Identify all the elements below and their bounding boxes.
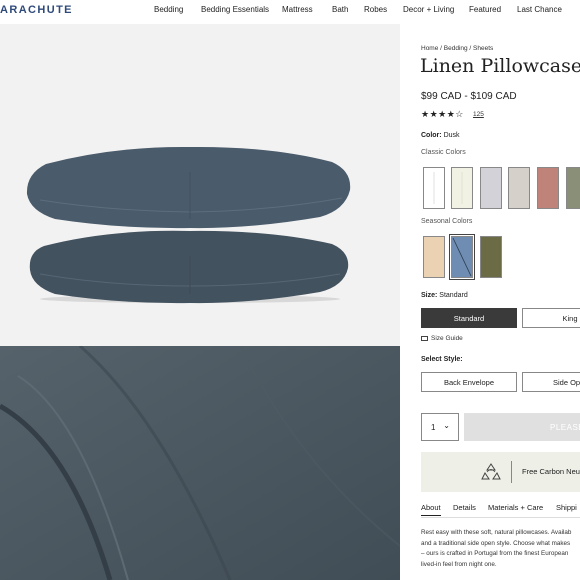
size-option-king[interactable]: King <box>522 308 580 328</box>
swatch-seam <box>433 172 435 204</box>
product-details-panel: Home / Bedding / Sheets Linen Pillowcase… <box>400 24 580 580</box>
tab-about[interactable]: About <box>421 503 441 516</box>
swatch-fog[interactable] <box>480 167 502 209</box>
color-label: Color: Dusk <box>421 132 460 139</box>
about-line: and a traditional side open style. Choos… <box>421 539 571 547</box>
nav-item-bedding[interactable]: Bedding <box>154 5 183 14</box>
nav-item-featured[interactable]: Featured <box>469 5 501 14</box>
nav-item-robes[interactable]: Robes <box>364 5 387 14</box>
selected-color: Dusk <box>443 132 460 139</box>
review-count-link[interactable]: 125 <box>473 111 484 118</box>
star-rating[interactable]: ★★★★☆ <box>421 109 464 120</box>
swatch-stone[interactable] <box>508 167 530 209</box>
add-to-cart-button[interactable]: PLEASE <box>464 413 580 441</box>
nav-item-decor-living[interactable]: Decor + Living <box>403 5 454 14</box>
chevron-down-icon: ⌄ <box>443 421 450 430</box>
carbon-text: Free Carbon Neu <box>522 467 580 476</box>
size-label: Size: Standard <box>421 292 468 299</box>
swatch-rose[interactable] <box>537 167 559 209</box>
nav-item-bath[interactable]: Bath <box>332 5 348 14</box>
ruler-icon <box>421 335 428 341</box>
tab-shipping[interactable]: Shippi <box>556 503 577 512</box>
seasonal-colors-label: Seasonal Colors <box>421 218 473 225</box>
size-label-title: Size: <box>421 292 438 299</box>
carbon-divider <box>511 461 512 483</box>
product-photo-linen-closeup[interactable] <box>0 346 400 580</box>
product-photo-pillows[interactable] <box>0 24 400 346</box>
size-guide-link[interactable]: Size Guide <box>421 335 463 342</box>
about-line: Rest easy with these soft, natural pillo… <box>421 529 572 536</box>
product-gallery <box>0 24 400 580</box>
carbon-neutral-banner: Free Carbon Neu <box>421 452 580 492</box>
about-description: Rest easy with these soft, natural pillo… <box>421 528 580 570</box>
swatch-selected-mark <box>452 237 472 277</box>
size-option-standard[interactable]: Standard <box>421 308 517 328</box>
quantity-value: 1 <box>431 422 436 432</box>
about-line: – ours is crafted in Portugal from the f… <box>421 550 569 558</box>
breadcrumb-home[interactable]: Home <box>421 45 438 52</box>
nav-item-last-chance[interactable]: Last Chance <box>517 5 562 14</box>
swatch-white[interactable] <box>423 167 445 209</box>
breadcrumb-sheets[interactable]: Sheets <box>473 45 493 52</box>
product-price: $99 CAD - $109 CAD <box>421 91 517 102</box>
swatch-olive[interactable] <box>480 236 502 278</box>
breadcrumb-bedding[interactable]: Bedding <box>444 45 468 52</box>
selected-size: Standard <box>439 292 468 299</box>
swatch-sand[interactable] <box>423 236 445 278</box>
style-option-back-envelope[interactable]: Back Envelope <box>421 372 517 392</box>
tab-details[interactable]: Details <box>453 503 476 512</box>
swatch-cream[interactable] <box>451 167 473 209</box>
size-guide-label: Size Guide <box>431 335 463 342</box>
quantity-select[interactable]: 1 ⌄ <box>421 413 459 441</box>
nav-item-mattress[interactable]: Mattress <box>282 5 313 14</box>
select-style-label: Select Style: <box>421 356 463 363</box>
swatch-dusk[interactable] <box>449 234 475 280</box>
classic-colors-label: Classic Colors <box>421 149 466 156</box>
pillows-illustration <box>26 146 351 304</box>
color-label-title: Color: <box>421 132 442 139</box>
nav-item-bedding-essentials[interactable]: Bedding Essentials <box>201 5 269 14</box>
swatch-moss[interactable] <box>566 167 580 209</box>
breadcrumb: Home / Bedding / Sheets <box>421 45 493 52</box>
brand-logo[interactable]: ARACHUTE <box>0 4 73 16</box>
style-option-side-open[interactable]: Side Op <box>522 372 580 392</box>
top-navigation: ARACHUTE Bedding Bedding Essentials Matt… <box>0 0 580 24</box>
linen-texture <box>0 346 400 580</box>
recycle-icon <box>481 463 501 480</box>
about-line: lived-in feel from night one. <box>421 560 497 568</box>
product-title: Linen Pillowcase <box>420 55 580 77</box>
tab-materials-care[interactable]: Materials + Care <box>488 503 543 512</box>
swatch-seam <box>461 172 463 204</box>
tab-divider <box>421 517 580 518</box>
